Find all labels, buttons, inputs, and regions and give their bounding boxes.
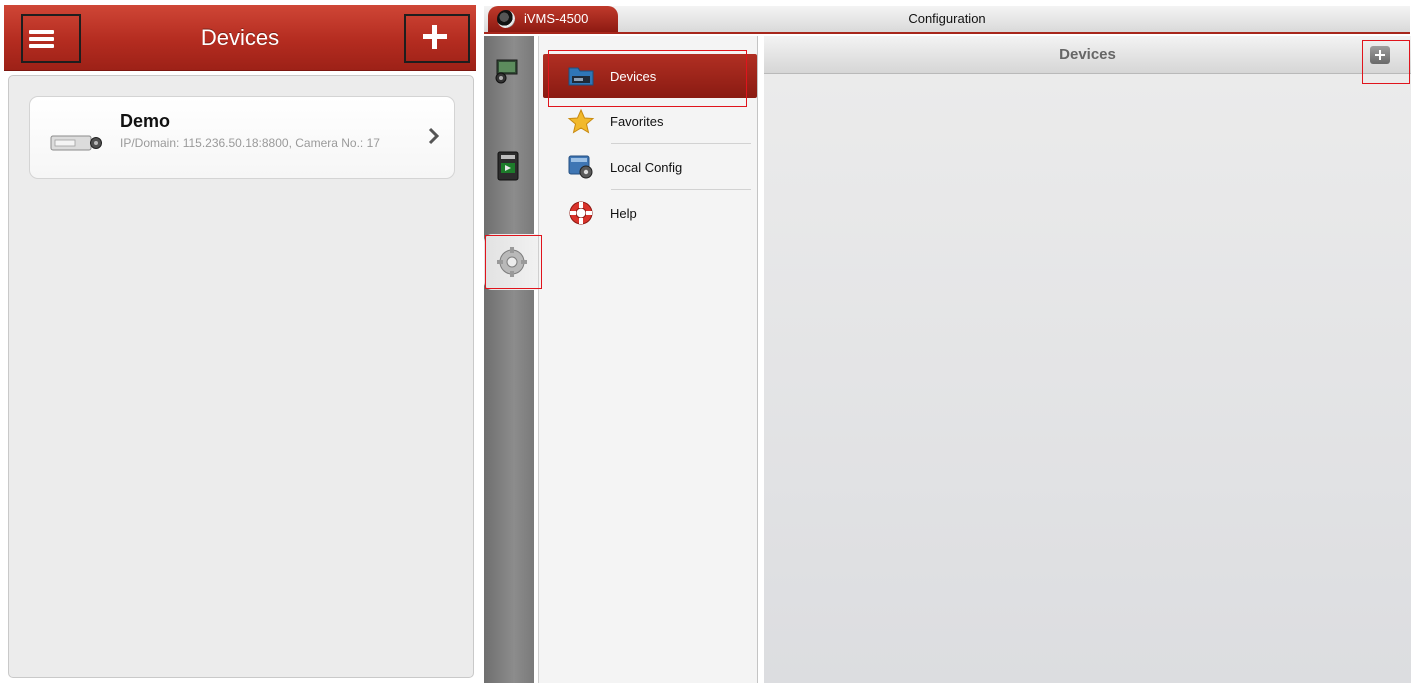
icon-rail — [484, 36, 538, 683]
menu-item-help[interactable]: Help — [543, 191, 757, 235]
phone-header: Devices — [4, 5, 476, 71]
device-detail: IP/Domain: 115.236.50.18:8800, Camera No… — [120, 136, 380, 150]
menu-item-local-config[interactable]: Local Config — [543, 145, 757, 189]
add-device-button[interactable] — [419, 21, 451, 53]
device-name: Demo — [120, 111, 171, 131]
lifebuoy-icon — [569, 201, 593, 225]
menu-item-label: Favorites — [610, 114, 664, 129]
tablet-screen: iVMS-4500 Configuration Devices Favorite… — [480, 0, 1411, 683]
device-list-item[interactable]: Demo IP/Domain: 115.236.50.18:8800, Came… — [29, 96, 455, 179]
content-area: Devices — [764, 36, 1411, 683]
menu-item-label: Devices — [610, 69, 657, 84]
rail-playback[interactable] — [490, 148, 526, 184]
menu-item-label: Help — [610, 206, 637, 221]
page-title: Devices — [200, 25, 280, 50]
chevron-right-icon — [428, 127, 440, 145]
menu-item-favorites[interactable]: Favorites — [543, 99, 757, 143]
divider — [611, 189, 751, 190]
device-list: Demo IP/Domain: 115.236.50.18:8800, Came… — [8, 75, 474, 678]
menu-item-devices[interactable]: Devices — [543, 54, 757, 98]
phone-screen: Devices Demo IP/Domain: 115.236.50.18:88… — [0, 0, 480, 683]
folder-icon — [568, 67, 594, 86]
dvr-device-icon — [50, 135, 102, 151]
add-device-button[interactable] — [1370, 46, 1390, 64]
menu-item-label: Local Config — [610, 160, 683, 175]
rail-configuration[interactable] — [484, 234, 538, 290]
title-bar: iVMS-4500 Configuration — [484, 6, 1410, 34]
window-title: Configuration — [908, 11, 986, 26]
config-menu: Devices Favorites Local Config Help — [538, 36, 758, 683]
rail-live-view[interactable] — [490, 54, 526, 90]
content-header: Devices — [764, 36, 1411, 74]
content-title: Devices — [1059, 46, 1116, 63]
configuration-icon — [497, 247, 527, 277]
config-icon — [568, 155, 593, 179]
playback-icon — [497, 151, 519, 181]
live-view-icon — [495, 59, 518, 84]
divider — [611, 143, 751, 144]
star-icon — [567, 108, 595, 134]
